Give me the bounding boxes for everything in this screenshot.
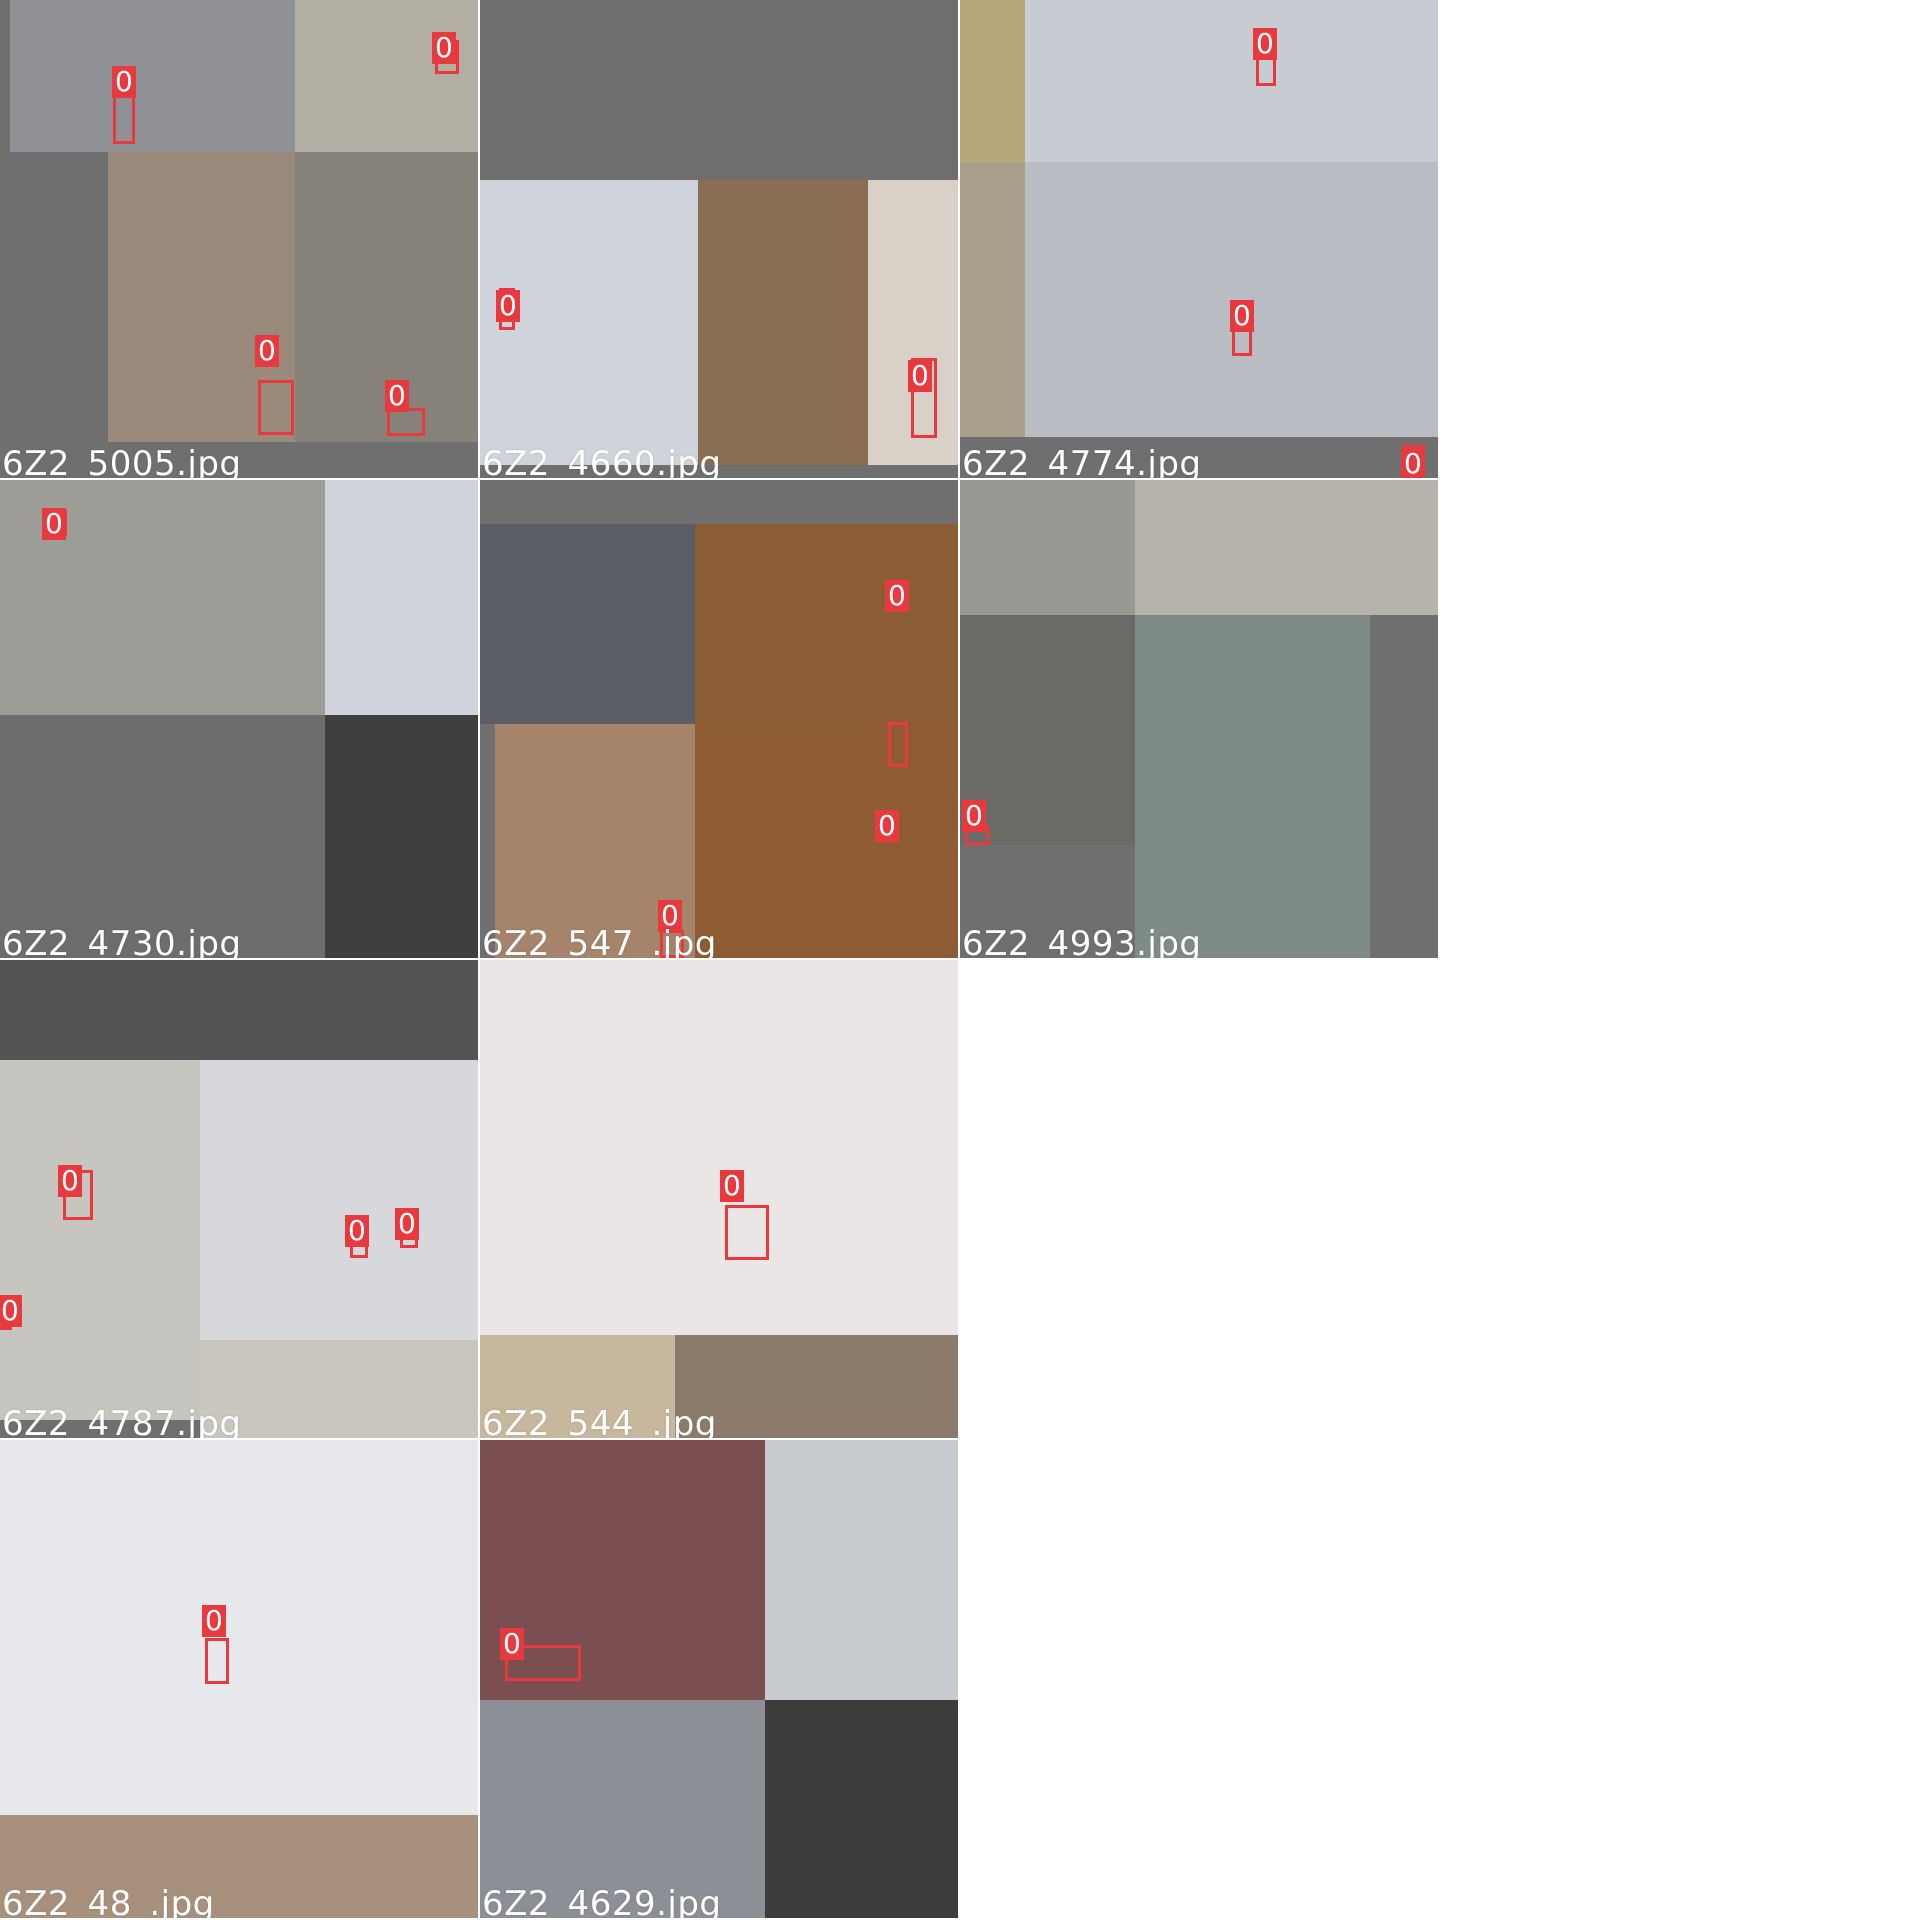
detection-class-label: 0 [962, 800, 986, 832]
detection-class-label: 0 [720, 1170, 744, 1202]
photo-region [1135, 480, 1438, 615]
detection-class-label: 0 [500, 1628, 524, 1660]
detection-box [387, 408, 425, 436]
detection-class-label: 0 [496, 290, 520, 322]
photo-region [0, 1060, 200, 1420]
detection-class-label: 0 [42, 508, 66, 540]
detection-class-label: 0 [385, 380, 409, 412]
detection-class-label: 0 [0, 1295, 22, 1327]
mosaic-tile: 0 6Z2_4730.jpg [0, 480, 480, 960]
detection-box [205, 1638, 229, 1684]
tile-filename-caption: 6Z2_4787.jpg [2, 1404, 242, 1440]
tile-filename-caption: 6Z2_544_.jpg [482, 1404, 717, 1440]
mosaic-tile: 0 0 0 6Z2_4774.jpg [960, 0, 1440, 480]
photo-region [695, 724, 958, 958]
photo-region [960, 615, 1135, 845]
detection-class-label: 0 [1253, 28, 1277, 60]
tile-filename-caption: 6Z2_48_.jpg [2, 1884, 215, 1920]
photo-region [0, 715, 325, 958]
detection-box [888, 722, 908, 767]
mosaic-tile: 0 6Z2_48_.jpg [0, 1440, 480, 1920]
photo-region [698, 180, 868, 465]
detection-box [258, 380, 294, 435]
tile-filename-caption: 6Z2_4629.jpg [482, 1884, 722, 1920]
photo-region [325, 715, 478, 958]
photo-region [480, 524, 695, 724]
photo-region [675, 1335, 958, 1438]
detection-class-label: 0 [908, 360, 932, 392]
tile-filename-caption: 6Z2_4660.jpg [482, 444, 722, 480]
detection-class-label: 0 [202, 1605, 226, 1637]
photo-region [480, 960, 958, 1335]
photo-region [10, 0, 295, 152]
detection-class-label: 0 [345, 1215, 369, 1247]
detection-class-label: 0 [1401, 448, 1425, 478]
mosaic-tile: 0 0 0 0 6Z2_4787.jpg [0, 960, 480, 1440]
photo-region [1025, 0, 1438, 162]
photo-region [765, 1440, 958, 1700]
photo-region [0, 1440, 478, 1815]
mosaic-tile: 0 6Z2_4993.jpg [960, 480, 1440, 960]
photo-region [765, 1700, 958, 1918]
mosaic-grid: 0 0 0 0 6Z2_5005.jpg 0 0 6Z2_4660.jpg 0 0 0 6Z2_477… [0, 0, 1920, 1920]
photo-region [960, 0, 1025, 162]
detection-class-label: 0 [58, 1165, 82, 1197]
detection-class-label: 0 [112, 66, 136, 98]
detection-class-label: 0 [885, 580, 909, 612]
photo-region [960, 480, 1135, 615]
detection-class-label: 0 [1230, 300, 1254, 332]
mosaic-tile: 0 0 0 6Z2_547_.jpg [480, 480, 960, 960]
detection-class-label: 0 [875, 810, 899, 842]
tile-filename-caption: 6Z2_5005.jpg [2, 444, 242, 480]
detection-class-label: 0 [395, 1208, 419, 1240]
tile-filename-caption: 6Z2_4730.jpg [2, 924, 242, 960]
tile-filename-caption: 6Z2_547_.jpg [482, 924, 717, 960]
mosaic-tile: 0 0 6Z2_4660.jpg [480, 0, 960, 480]
mosaic-tile: 0 0 0 0 6Z2_5005.jpg [0, 0, 480, 480]
mosaic-tile: 0 6Z2_4629.jpg [480, 1440, 960, 1920]
photo-region [295, 0, 478, 152]
detection-box [725, 1205, 769, 1260]
photo-region [480, 0, 958, 180]
photo-region [0, 960, 478, 1060]
tile-filename-caption: 6Z2_4774.jpg [962, 444, 1202, 480]
photo-region [960, 162, 1025, 437]
mosaic-tile: 0 6Z2_544_.jpg [480, 960, 960, 1440]
photo-region [1135, 615, 1370, 958]
tile-filename-caption: 6Z2_4993.jpg [962, 924, 1202, 960]
photo-region [695, 524, 958, 724]
detection-class-label: 0 [432, 32, 456, 64]
detection-class-label: 0 [255, 335, 279, 367]
photo-region [325, 480, 478, 715]
photo-region [200, 1340, 478, 1438]
